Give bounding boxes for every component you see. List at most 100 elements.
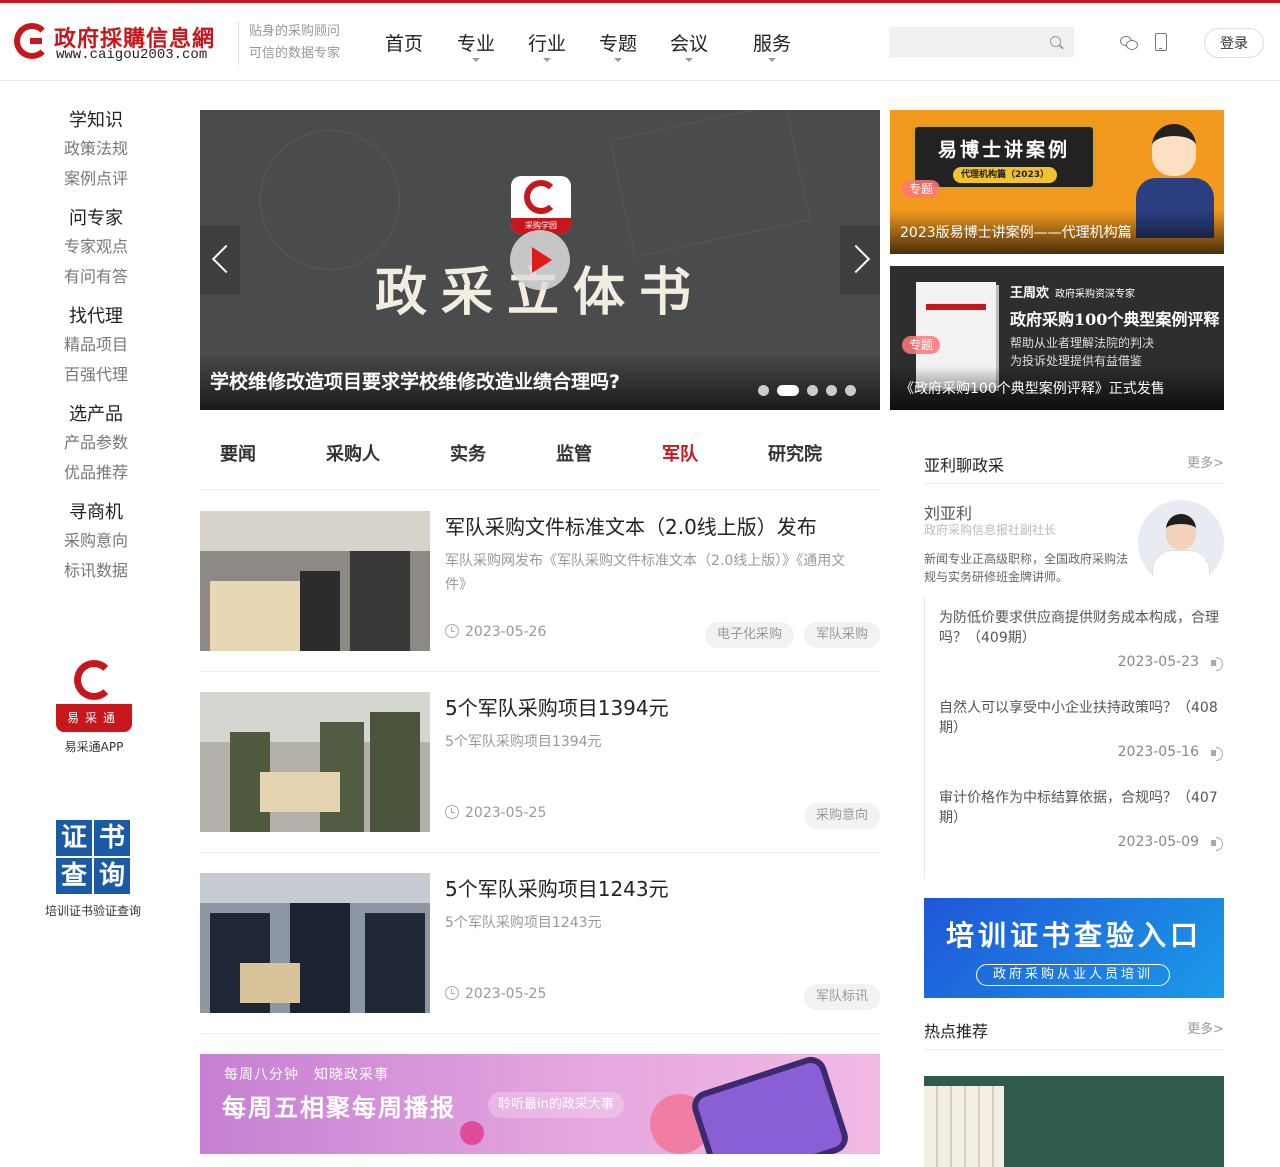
speaker-icon[interactable] bbox=[1211, 837, 1223, 851]
promo-book-title: 政府采购100个典型案例评释 bbox=[1010, 310, 1220, 329]
promo-caption: 《政府采购100个典型案例评释》正式发售 bbox=[900, 381, 1165, 397]
speaker-icon[interactable] bbox=[1211, 657, 1223, 671]
cert-query-label: 培训证书验证查询 bbox=[44, 904, 141, 918]
carousel-dot[interactable] bbox=[758, 385, 769, 396]
microphone-icon bbox=[460, 1121, 484, 1145]
article-thumbnail[interactable] bbox=[200, 873, 430, 1013]
hot-thumbnail[interactable] bbox=[924, 1076, 1224, 1167]
carousel-dot[interactable] bbox=[807, 385, 818, 396]
hot-more-link[interactable]: 更多> bbox=[1187, 1018, 1224, 1037]
promo-card-case[interactable]: 易博士讲案例 代理机构篇（2023） 专题 2023版易博士讲案例——代理机构篇 bbox=[890, 110, 1224, 254]
list-item-question[interactable]: 为防低价要求供应商提供财务成本构成，合理吗？（409期） bbox=[939, 608, 1225, 648]
sidenav-link[interactable]: 政策法规 bbox=[40, 134, 152, 164]
carousel-dot[interactable] bbox=[845, 385, 856, 396]
tab-headlines[interactable]: 要闻 bbox=[220, 440, 256, 466]
hero-caption[interactable]: 学校维修改造项目要求学校维修改造业绩合理吗? bbox=[210, 367, 620, 394]
nav-home[interactable]: 首页 bbox=[385, 29, 423, 56]
sidenav-link[interactable]: 标讯数据 bbox=[40, 556, 152, 586]
tab-military[interactable]: 军队 bbox=[662, 440, 698, 466]
list-item-date: 2023-05-23 bbox=[939, 654, 1225, 671]
sidenav-link[interactable]: 精品项目 bbox=[40, 330, 152, 360]
chevron-down-icon bbox=[543, 58, 551, 62]
sidenav-group-title[interactable]: 问专家 bbox=[40, 206, 152, 232]
article-item[interactable]: 5个军队采购项目1243元 5个军队采购项目1243元 2023-05-25 军… bbox=[200, 873, 880, 1013]
article-item[interactable]: 5个军队采购项目1394元 5个军队采购项目1394元 2023-05-25 采… bbox=[200, 692, 880, 832]
column-list: 为防低价要求供应商提供财务成本构成，合理吗？（409期） 2023-05-23 … bbox=[924, 598, 1224, 878]
sidenav-link[interactable]: 采购意向 bbox=[40, 526, 152, 556]
article-title[interactable]: 军队采购文件标准文本（2.0线上版）发布 bbox=[445, 511, 817, 540]
logo-url-text: www.caigou2003.com bbox=[56, 47, 208, 63]
promo-author: 王周欢 政府采购资深专家 bbox=[1010, 286, 1136, 301]
weekly-broadcast-banner[interactable]: 每周八分钟 知晓政采事 每周五相聚每周播报 聆听最in的政采大事 bbox=[200, 1054, 880, 1154]
article-summary: 5个军队采购项目1243元 bbox=[445, 915, 602, 931]
list-item[interactable]: 为防低价要求供应商提供财务成本构成，合理吗？（409期） 2023-05-23 bbox=[939, 608, 1225, 671]
wechat-icon[interactable] bbox=[1120, 35, 1138, 51]
sidenav-group-title[interactable]: 学知识 bbox=[40, 108, 152, 134]
tab-institute[interactable]: 研究院 bbox=[768, 440, 822, 466]
site-header: 政府採購信息網 www.caigou2003.com 贴身的采购顾问 可信的数据… bbox=[0, 3, 1280, 81]
nav-industry[interactable]: 行业 bbox=[528, 29, 566, 62]
column-more-link[interactable]: 更多> bbox=[1187, 452, 1224, 471]
hero-carousel[interactable]: 政采立体书 采购学园 学校维修改造项目要求学校维修改造业绩合理吗? bbox=[200, 110, 880, 410]
carousel-prev-icon[interactable] bbox=[200, 225, 240, 295]
cert-query[interactable]: 证书 查询 培训证书验证查询 bbox=[30, 820, 156, 919]
sidenav-link[interactable]: 百强代理 bbox=[40, 360, 152, 390]
sidenav-link[interactable]: 产品参数 bbox=[40, 428, 152, 458]
article-date: 2023-05-26 bbox=[445, 624, 546, 640]
chevron-down-icon bbox=[614, 58, 622, 62]
search-icon[interactable] bbox=[1050, 36, 1061, 47]
list-item-question[interactable]: 自然人可以享受中小企业扶持政策吗？（408期） bbox=[939, 698, 1225, 738]
article-tag[interactable]: 军队标讯 bbox=[803, 984, 880, 1010]
nav-topics[interactable]: 专题 bbox=[599, 29, 637, 62]
tab-supervision[interactable]: 监管 bbox=[556, 440, 592, 466]
nav-professional[interactable]: 专业 bbox=[457, 29, 495, 62]
search-input[interactable] bbox=[889, 27, 1074, 57]
list-item[interactable]: 审计价格作为中标结算依据，合规吗？（407期） 2023-05-09 bbox=[939, 788, 1225, 851]
app-logo-badge: 易采通 bbox=[56, 704, 132, 732]
carousel-dot-active[interactable] bbox=[777, 385, 799, 396]
slogan-line-2: 可信的数据专家 bbox=[249, 46, 341, 61]
banner-kicker: 每周八分钟 知晓政采事 bbox=[224, 1067, 389, 1083]
promo-card-book[interactable]: 王周欢 政府采购资深专家 政府采购100个典型案例评释 帮助从业者理解法院的判决 … bbox=[890, 266, 1224, 410]
list-item-date: 2023-05-16 bbox=[939, 744, 1225, 761]
list-item-question[interactable]: 审计价格作为中标结算依据，合规吗？（407期） bbox=[939, 788, 1225, 828]
column-header: 亚利聊政采 更多> bbox=[924, 442, 1224, 484]
clock-icon bbox=[445, 805, 459, 819]
article-tag[interactable]: 军队采购 bbox=[803, 622, 880, 648]
sidenav-group-title[interactable]: 找代理 bbox=[40, 304, 152, 330]
article-thumbnail[interactable] bbox=[200, 692, 430, 832]
sidenav-link[interactable]: 案例点评 bbox=[40, 164, 152, 194]
promo-board: 易博士讲案例 代理机构篇（2023） bbox=[912, 124, 1096, 190]
nav-services[interactable]: 服务 bbox=[753, 29, 791, 62]
hot-title: 热点推荐 bbox=[924, 1022, 989, 1041]
article-tag[interactable]: 电子化采购 bbox=[704, 622, 794, 648]
logo-mark-icon bbox=[14, 23, 50, 59]
mobile-icon[interactable] bbox=[1155, 33, 1167, 51]
sidenav-group-title[interactable]: 寻商机 bbox=[40, 500, 152, 526]
tab-purchasers[interactable]: 采购人 bbox=[326, 440, 380, 466]
article-title[interactable]: 5个军队采购项目1394元 bbox=[445, 692, 669, 721]
article-tag[interactable]: 采购意向 bbox=[803, 803, 880, 829]
clock-icon bbox=[445, 624, 459, 638]
sidenav-group-experts: 问专家 专家观点 有问有答 bbox=[40, 206, 152, 292]
article-item[interactable]: 军队采购文件标准文本（2.0线上版）发布 军队采购网发布《军队采购文件标准文本（… bbox=[200, 511, 880, 651]
carousel-next-icon[interactable] bbox=[840, 225, 880, 295]
play-icon[interactable] bbox=[510, 230, 570, 290]
sidenav-link[interactable]: 优品推荐 bbox=[40, 458, 152, 488]
avatar bbox=[1138, 500, 1224, 586]
article-title[interactable]: 5个军队采购项目1243元 bbox=[445, 873, 669, 902]
app-download[interactable]: 易采通 易采通APP bbox=[54, 660, 134, 755]
cert-verify-banner[interactable]: 培训证书查验入口 政府采购从业人员培训 bbox=[924, 898, 1224, 998]
carousel-dot[interactable] bbox=[826, 385, 837, 396]
site-logo[interactable]: 政府採購信息網 www.caigou2003.com bbox=[14, 21, 230, 65]
login-button[interactable]: 登录 bbox=[1204, 28, 1264, 58]
banner-pill: 聆听最in的政采大事 bbox=[488, 1092, 624, 1118]
sidenav-link[interactable]: 专家观点 bbox=[40, 232, 152, 262]
speaker-icon[interactable] bbox=[1211, 747, 1223, 761]
list-item[interactable]: 自然人可以享受中小企业扶持政策吗？（408期） 2023-05-16 bbox=[939, 698, 1225, 761]
article-thumbnail[interactable] bbox=[200, 511, 430, 651]
sidenav-link[interactable]: 有问有答 bbox=[40, 262, 152, 292]
sidenav-group-title[interactable]: 选产品 bbox=[40, 402, 152, 428]
nav-meetings[interactable]: 会议 bbox=[670, 29, 708, 62]
tab-practice[interactable]: 实务 bbox=[450, 440, 486, 466]
